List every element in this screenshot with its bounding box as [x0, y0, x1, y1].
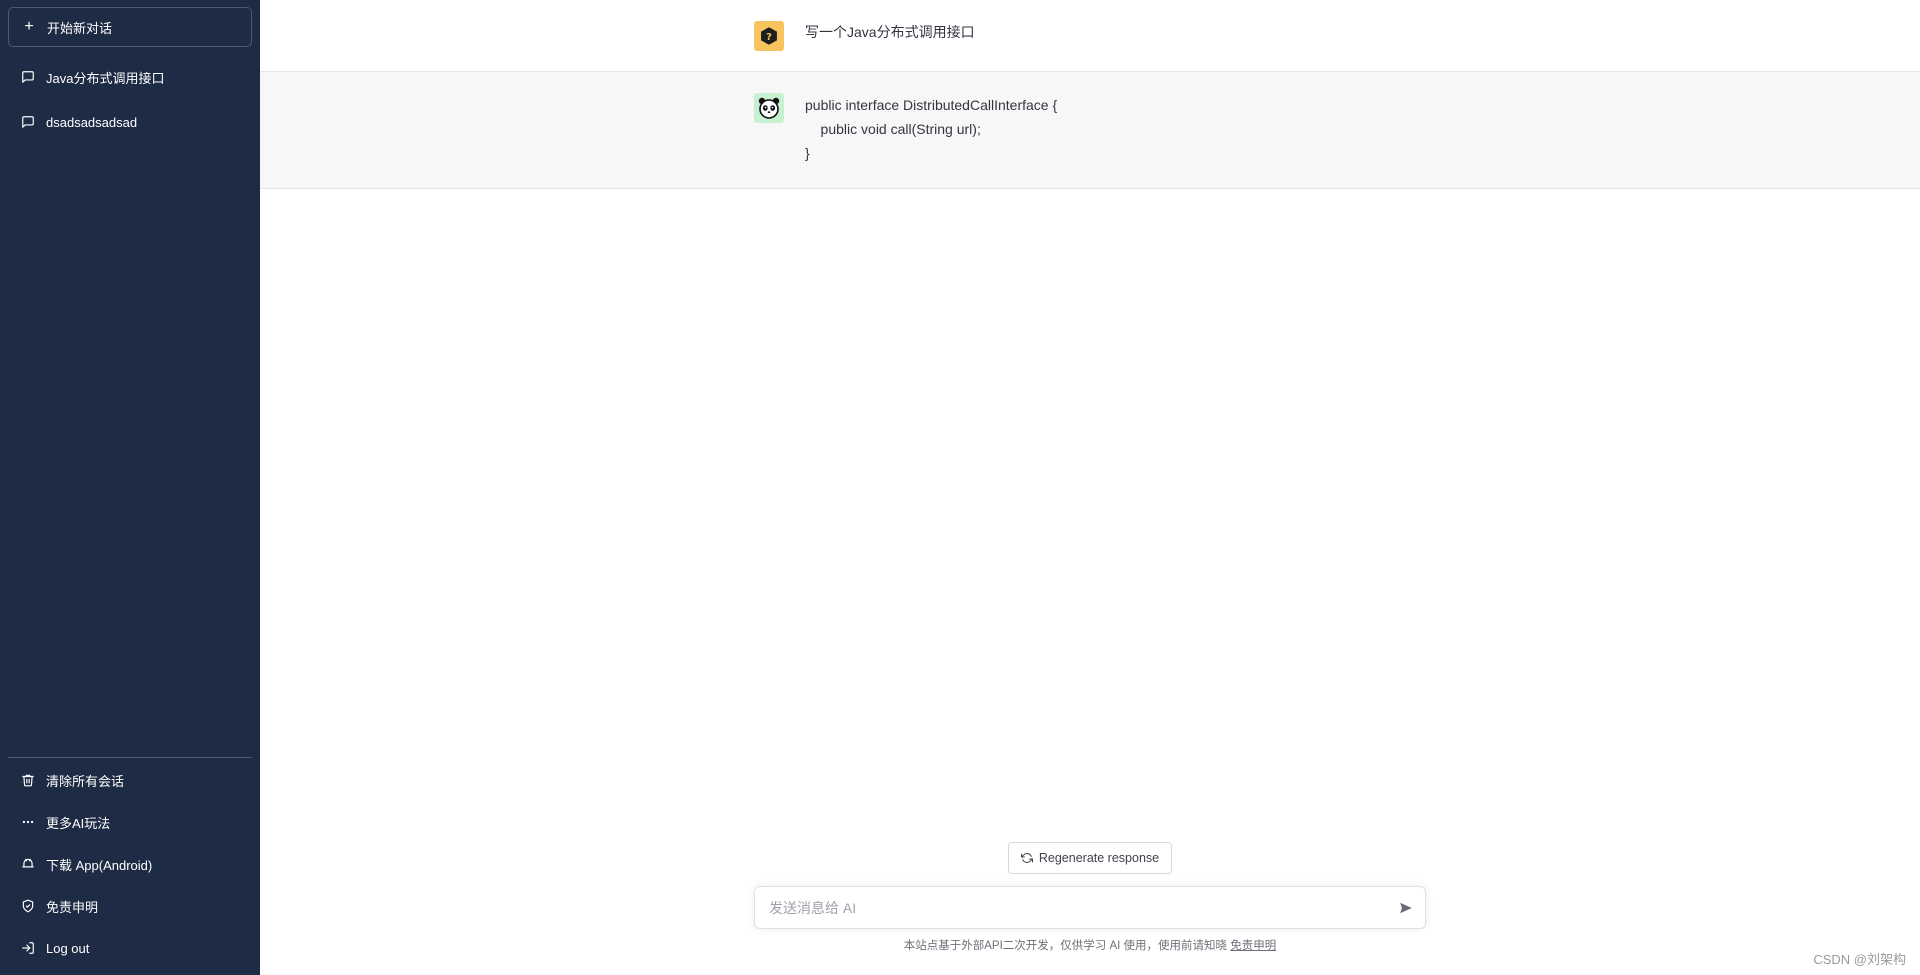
send-button[interactable] — [1397, 899, 1415, 917]
new-chat-label: 开始新对话 — [47, 20, 113, 36]
logout-button[interactable]: Log out — [8, 929, 252, 967]
watermark: CSDN @刘架构 — [1813, 952, 1906, 967]
user-message-text: 写一个Java分布式调用接口 — [805, 24, 975, 40]
more-ai-button[interactable]: 更多AI玩法 — [8, 803, 252, 841]
logout-label: Log out — [46, 940, 90, 956]
panda-icon — [758, 97, 780, 119]
message-composer — [754, 886, 1426, 929]
send-icon — [1400, 902, 1412, 914]
new-chat-button[interactable]: + 开始新对话 — [8, 7, 252, 47]
regenerate-label: Regenerate response — [1038, 851, 1160, 865]
download-app-label: 下载 App(Android) — [46, 857, 153, 873]
chat-bubble-icon — [20, 114, 36, 130]
android-icon — [20, 856, 36, 872]
question-hexagon-icon: ? — [761, 27, 777, 45]
user-message-row: ? 写一个Java分布式调用接口 — [260, 0, 1920, 72]
conversation-label: dsadsadsadsad — [46, 114, 138, 130]
svg-text:?: ? — [766, 32, 772, 43]
regenerate-response-button[interactable]: Regenerate response — [1008, 842, 1172, 874]
message-input[interactable] — [769, 887, 1389, 928]
user-avatar: ? — [754, 21, 784, 51]
conversation-item[interactable]: Java分布式调用接口 — [8, 59, 252, 95]
ai-message-row: public interface DistributedCallInterfac… — [260, 72, 1920, 189]
logout-icon — [20, 940, 36, 956]
clear-conversations-button[interactable]: 清除所有会话 — [8, 761, 252, 799]
sidebar: + 开始新对话 Java分布式调用接口 dsadsadsadsad 清除所有会话… — [0, 0, 260, 975]
conversation-item[interactable]: dsadsadsadsad — [8, 104, 252, 140]
plus-icon: + — [24, 18, 34, 35]
chat-bubble-icon — [20, 69, 36, 85]
download-app-button[interactable]: 下载 App(Android) — [8, 845, 252, 883]
disclaimer-label: 免责申明 — [46, 899, 99, 915]
clear-conversations-label: 清除所有会话 — [46, 773, 125, 789]
sidebar-divider — [8, 757, 252, 758]
disclaimer-link[interactable]: 免责申明 — [1230, 940, 1276, 952]
ai-message-code: public interface DistributedCallInterfac… — [805, 97, 1058, 161]
ai-avatar — [754, 93, 784, 123]
conversation-label: Java分布式调用接口 — [46, 70, 165, 86]
more-ai-label: 更多AI玩法 — [46, 815, 111, 831]
more-dots-icon — [20, 814, 36, 830]
footer-note: 本站点基于外部API二次开发，仅供学习 AI 使用，使用前请知晓 免责申明 — [754, 937, 1426, 953]
trash-icon — [20, 772, 36, 788]
shield-icon — [20, 898, 36, 914]
disclaimer-button[interactable]: 免责申明 — [8, 887, 252, 925]
chat-main: ? 写一个Java分布式调用接口 public interface Distri… — [260, 0, 1920, 975]
footer-text: 本站点基于外部API二次开发，仅供学习 AI 使用，使用前请知晓 — [903, 940, 1231, 952]
refresh-icon — [1020, 853, 1033, 863]
